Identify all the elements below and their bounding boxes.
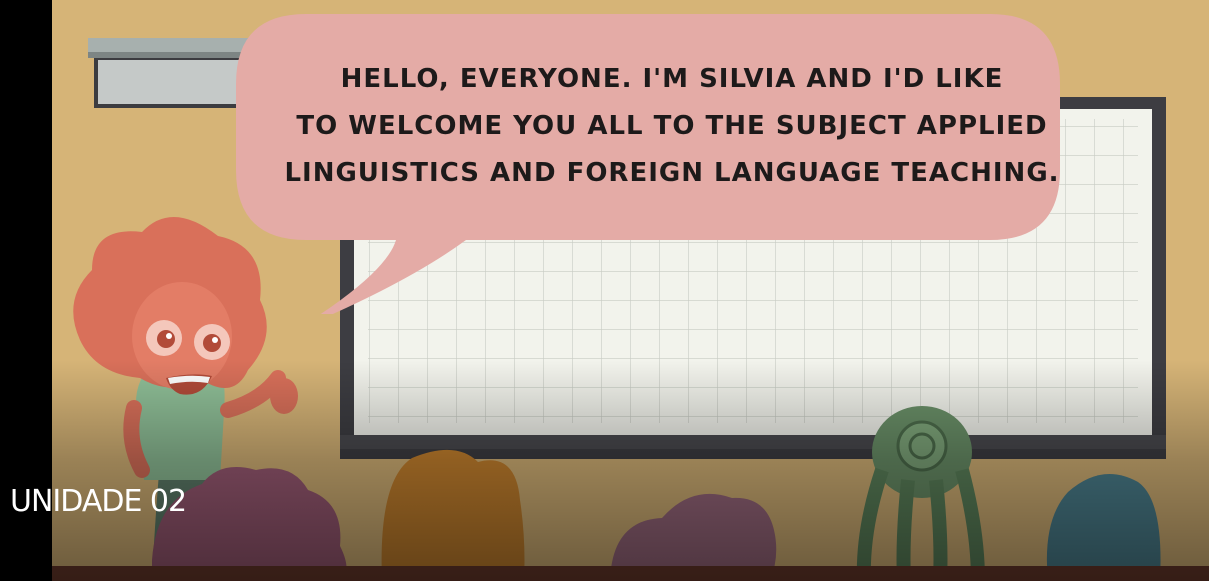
- speech-line: TO WELCOME YOU ALL TO THE SUBJECT APPLIE…: [296, 111, 1048, 141]
- speech-line: LINGUISTICS AND FOREIGN LANGUAGE TEACHIN…: [284, 158, 1060, 188]
- student-braids: [856, 406, 985, 581]
- speech-line: HELLO, EVERYONE. I'M SILVIA AND I'D LIKE: [340, 64, 1004, 94]
- unit-caption: UNIDADE 02: [10, 484, 187, 519]
- speech-bubble-text: HELLO, EVERYONE. I'M SILVIA AND I'D LIKE…: [252, 56, 1092, 197]
- video-player[interactable]: HELLO, EVERYONE. I'M SILVIA AND I'D LIKE…: [0, 0, 1209, 581]
- student-teal-hair: [1046, 474, 1161, 581]
- student-orange-hair: [381, 449, 525, 581]
- desk-edge: [52, 566, 1209, 581]
- video-frame: HELLO, EVERYONE. I'M SILVIA AND I'D LIKE…: [52, 0, 1209, 581]
